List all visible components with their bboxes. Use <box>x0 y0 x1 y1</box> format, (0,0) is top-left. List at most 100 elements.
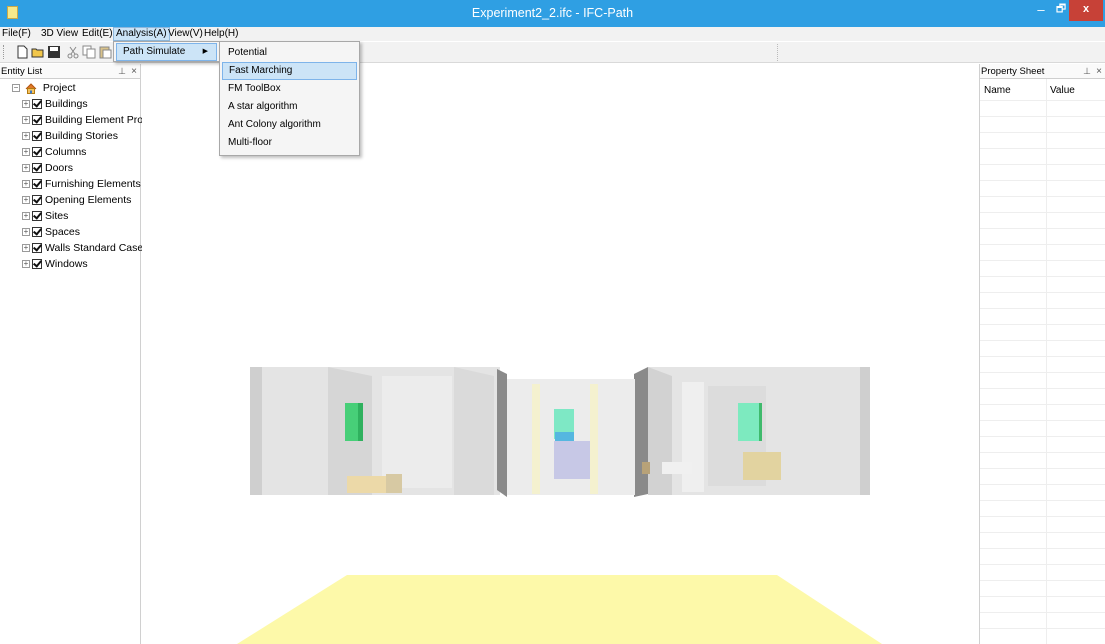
menu-item-path-simulate[interactable]: Path Simulate ▶ <box>116 43 217 61</box>
tree-item-label: Building Element Proxie <box>45 114 157 126</box>
tree-root-label: Project <box>42 82 76 94</box>
menu-bar: File(F) 3D View Edit(E) Analysis(A) View… <box>0 27 1105 41</box>
column-header-value[interactable]: Value <box>1050 85 1075 96</box>
menu-item-a-star[interactable]: A star algorithm <box>222 98 357 116</box>
new-icon[interactable] <box>15 45 29 59</box>
property-sheet-panel: Property Sheet ⊥ × Name Value <box>979 64 1105 644</box>
tree-item-buildings[interactable]: + Buildings <box>22 98 88 114</box>
property-grid-row <box>980 564 1105 565</box>
toolbar-grip[interactable] <box>3 45 5 59</box>
checkbox-icon[interactable] <box>32 131 42 142</box>
project-house-icon <box>25 83 37 94</box>
menu-item-fast-marching[interactable]: Fast Marching <box>222 62 357 80</box>
restore-button[interactable]: 🗗 <box>1052 0 1070 21</box>
tree-item-building-element-proxie[interactable]: + Building Element Proxie <box>22 114 156 130</box>
checkbox-icon[interactable] <box>32 99 42 110</box>
analysis-dropdown: Path Simulate ▶ <box>113 41 220 62</box>
pin-icon[interactable]: ⊥ <box>1083 64 1091 79</box>
property-grid-row <box>980 404 1105 405</box>
expand-icon[interactable]: + <box>22 228 30 237</box>
close-icon[interactable]: × <box>1096 64 1102 79</box>
tree-item-label: Doors <box>45 162 74 174</box>
menu-view[interactable]: View(V) <box>166 27 205 41</box>
menu-item-label: Path Simulate <box>123 46 186 57</box>
menu-edit[interactable]: Edit(E) <box>80 27 115 41</box>
tree-root-project[interactable]: − Project <box>12 82 76 98</box>
open-icon[interactable] <box>31 45 45 59</box>
expand-icon[interactable]: + <box>22 180 30 189</box>
entity-list-header: Entity List ⊥ × <box>0 64 140 79</box>
menu-item-potential[interactable]: Potential <box>222 44 357 62</box>
checkbox-icon[interactable] <box>32 243 42 254</box>
minimize-button[interactable]: – <box>1032 0 1050 21</box>
property-grid-row <box>980 596 1105 597</box>
paste-icon[interactable] <box>98 45 112 59</box>
tree-item-opening-elements[interactable]: + Opening Elements <box>22 194 131 210</box>
property-grid-row <box>980 132 1105 133</box>
property-grid-row <box>980 500 1105 501</box>
expand-icon[interactable]: + <box>22 244 30 253</box>
menu-3d-view[interactable]: 3D View <box>39 27 80 41</box>
property-grid-row <box>980 260 1105 261</box>
pin-icon[interactable]: ⊥ <box>118 64 126 79</box>
copy-icon[interactable] <box>82 45 96 59</box>
checkbox-icon[interactable] <box>32 259 42 270</box>
entity-list-title: Entity List <box>1 66 43 77</box>
property-grid-row <box>980 180 1105 181</box>
tree-item-label: Building Stories <box>45 130 118 142</box>
tree-item-sites[interactable]: + Sites <box>22 210 68 226</box>
menu-item-multi-floor[interactable]: Multi-floor <box>222 134 357 152</box>
tree-item-walls-standard-cases[interactable]: + Walls Standard Cases <box>22 242 149 258</box>
tree-item-windows[interactable]: + Windows <box>22 258 88 274</box>
checkbox-icon[interactable] <box>32 211 42 222</box>
property-grid-row <box>980 324 1105 325</box>
close-icon[interactable]: × <box>131 64 137 79</box>
title-bar: Experiment2_2.ifc - IFC-Path – 🗗 x <box>0 0 1105 27</box>
tree-item-spaces[interactable]: + Spaces <box>22 226 80 242</box>
property-grid-row <box>980 164 1105 165</box>
expand-icon[interactable]: + <box>22 132 30 141</box>
menu-analysis[interactable]: Analysis(A) <box>113 27 170 41</box>
property-grid-row <box>980 276 1105 277</box>
expand-icon[interactable]: + <box>22 196 30 205</box>
submenu-arrow-icon: ▶ <box>202 48 208 55</box>
expand-icon[interactable]: + <box>22 212 30 221</box>
window-title: Experiment2_2.ifc - IFC-Path <box>471 6 634 20</box>
toolbar-extension <box>360 44 778 61</box>
expand-icon[interactable]: + <box>22 164 30 173</box>
checkbox-icon[interactable] <box>32 227 42 238</box>
property-grid-row <box>980 436 1105 437</box>
tree-item-building-stories[interactable]: + Building Stories <box>22 130 118 146</box>
menu-help[interactable]: Help(H) <box>202 27 240 41</box>
checkbox-icon[interactable] <box>32 115 42 126</box>
property-grid-row <box>980 292 1105 293</box>
property-grid-row <box>980 196 1105 197</box>
expand-icon[interactable]: + <box>22 260 30 269</box>
checkbox-icon[interactable] <box>32 163 42 174</box>
tree-item-doors[interactable]: + Doors <box>22 162 73 178</box>
corridor-panel <box>554 441 590 479</box>
property-grid-row <box>980 100 1105 101</box>
menu-item-fm-toolbox[interactable]: FM ToolBox <box>222 80 357 98</box>
property-grid-row <box>980 212 1105 213</box>
checkbox-icon[interactable] <box>32 147 42 158</box>
close-button[interactable]: x <box>1069 0 1103 21</box>
property-grid-row <box>980 356 1105 357</box>
property-grid-row <box>980 580 1105 581</box>
expand-icon[interactable]: + <box>22 148 30 157</box>
tree-item-furnishing-elements[interactable]: + Furnishing Elements <box>22 178 141 194</box>
save-icon[interactable] <box>47 45 61 59</box>
tree-item-columns[interactable]: + Columns <box>22 146 86 162</box>
checkbox-icon[interactable] <box>32 195 42 206</box>
column-header-name[interactable]: Name <box>984 85 1011 96</box>
checkbox-icon[interactable] <box>32 179 42 190</box>
property-grid-row <box>980 116 1105 117</box>
expand-icon[interactable]: + <box>22 116 30 125</box>
right-door-green <box>738 403 762 441</box>
collapse-icon[interactable]: − <box>12 84 20 93</box>
menu-item-ant-colony[interactable]: Ant Colony algorithm <box>222 116 357 134</box>
tree-item-label: Walls Standard Cases <box>45 242 149 254</box>
expand-icon[interactable]: + <box>22 100 30 109</box>
menu-file[interactable]: File(F) <box>0 27 33 41</box>
cut-icon[interactable] <box>66 45 80 59</box>
